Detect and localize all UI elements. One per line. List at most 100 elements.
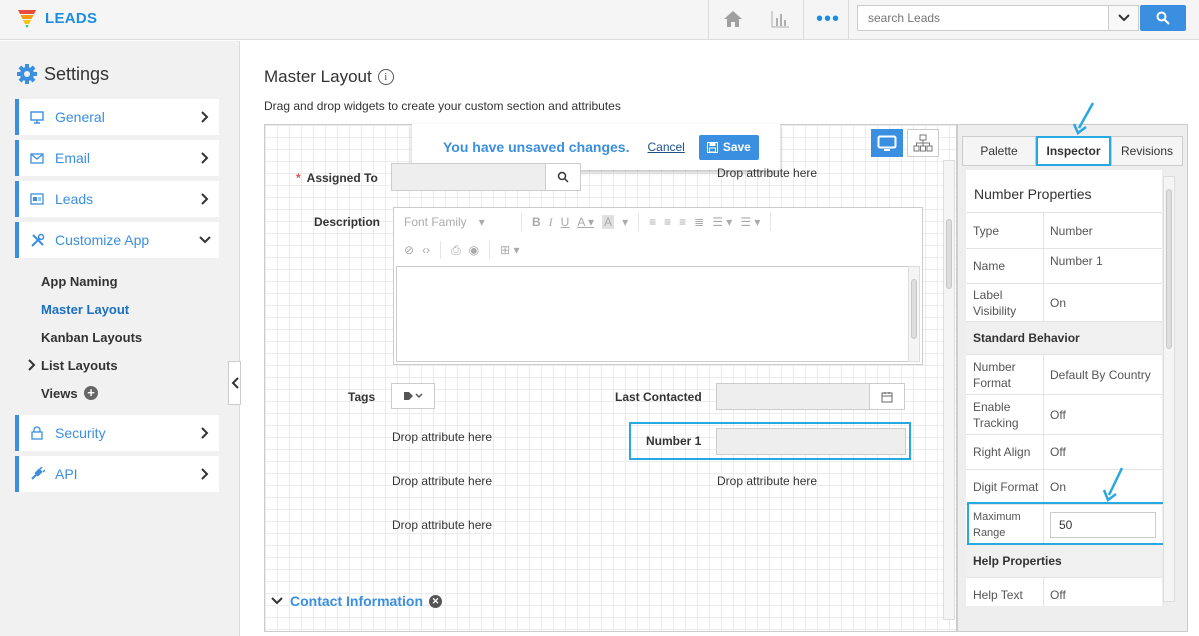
sidebar-item-label: Leads [55,191,94,207]
gear-icon [17,64,37,84]
info-icon[interactable]: i [377,69,394,85]
properties-scroll-thumb[interactable] [1166,189,1172,349]
envelope-icon [28,152,46,164]
remove-section-icon[interactable]: ✕ [429,594,442,608]
property-row: Enable Tracking Off [966,394,1162,434]
editor-scroll-thumb[interactable] [911,279,917,339]
table-group: ⊞ ▾ [490,241,529,259]
add-view-icon[interactable]: + [84,386,98,400]
sidebar-item-general[interactable]: General [15,99,219,135]
search-button[interactable] [1140,5,1186,31]
assigned-to-label: * Assigned To [296,171,378,185]
sidebar-item-security[interactable]: Security [15,415,219,451]
properties-scrollbar[interactable] [1163,176,1175,602]
unsaved-message: You have unsaved changes. [443,139,630,155]
italic-icon[interactable]: I [549,215,553,230]
chart-icon[interactable] [768,8,792,30]
drop-zone[interactable]: Drop attribute here [717,166,817,180]
drop-zone[interactable]: Drop attribute here [717,474,817,488]
font-family-select[interactable]: Font Family ▾ [394,213,522,231]
bullet-list-icon[interactable]: ☰ ▾ [712,215,732,229]
align-right-icon[interactable]: ≡ [679,215,686,229]
align-left-icon[interactable]: ≡ [649,215,656,229]
divider [803,0,804,40]
drop-zone[interactable]: Drop attribute here [392,430,492,444]
sidebar-item-label: Security [55,425,106,441]
sidebar-item-leads[interactable]: Leads [15,181,219,217]
calendar-button[interactable] [869,383,905,410]
font-color-icon[interactable]: A ▾ [577,215,594,229]
divider [848,0,849,40]
sidebar-subitem-views[interactable]: Views [41,386,78,401]
page-title: Master Layout i [264,67,394,87]
sidebar-subitem-list-layouts[interactable]: List Layouts [41,358,118,373]
align-group: ≡ ≡ ≡ ≣ ☰ ▾ ☰ ▾ [639,213,772,231]
drop-zone[interactable]: Drop attribute here [392,474,492,488]
sidebar-item-email[interactable]: Email [15,140,219,176]
property-row: Type Number [966,212,1162,248]
property-row: Help Text Off [966,577,1162,606]
editor-scrollbar[interactable] [908,266,920,362]
print-icon[interactable]: ⎙ [451,243,461,258]
sidebar-item-api[interactable]: API [15,456,219,492]
link-icon[interactable]: ⊘ [404,243,414,257]
tab-inspector[interactable]: Inspector [1036,136,1111,166]
tags-dropdown[interactable] [391,383,435,409]
app-logo[interactable]: LEADS [17,8,97,28]
home-icon[interactable] [721,8,745,30]
last-contacted-field[interactable] [716,383,870,410]
link-group: ⊘ ‹› [394,241,442,259]
more-icon[interactable]: ••• [816,9,840,29]
table-icon[interactable]: ⊞ ▾ [500,243,519,257]
search-box [857,5,1139,31]
assigned-to-field[interactable] [391,163,546,191]
sidebar-subitem-master-layout[interactable]: Master Layout [41,302,129,317]
chevron-right-icon [199,193,211,205]
numbered-list-icon[interactable]: ☰ ▾ [740,215,760,229]
page-title-text: Master Layout [264,67,372,86]
contact-information-section[interactable]: Contact Information ✕ [271,593,442,609]
justify-icon[interactable]: ≣ [694,215,704,229]
search-input[interactable] [858,6,1103,30]
underline-icon[interactable]: U [561,215,570,229]
desktop-view-button[interactable] [871,129,903,157]
save-button[interactable]: Save [698,134,759,160]
maximum-range-highlight [967,502,1166,545]
description-label: Description [314,215,381,229]
sitemap-icon [913,134,933,152]
canvas-scroll-thumb[interactable] [946,219,952,289]
bold-icon[interactable]: B [532,215,541,229]
divider [708,0,709,40]
highlight-color-icon[interactable]: A [602,215,615,229]
description-textarea[interactable] [396,266,920,362]
print-group: ⎙ ◉ [441,241,491,259]
canvas-scrollbar[interactable] [943,160,955,620]
sidebar-item-label: General [55,109,105,125]
chevron-right-icon [199,111,211,123]
number1-field[interactable] [716,428,906,455]
search-icon [557,171,569,183]
assigned-to-search-button[interactable] [545,163,581,191]
app-name: LEADS [45,9,98,27]
cancel-link[interactable]: Cancel [647,140,684,154]
code-icon[interactable]: ‹› [422,243,430,257]
sidebar-subitem-kanban-layouts[interactable]: Kanban Layouts [41,330,142,345]
funnel-icon [18,10,36,28]
sidebar-item-customize-app[interactable]: Customize App [15,222,219,258]
tab-revisions[interactable]: Revisions [1111,136,1183,166]
sidebar-title: Settings [16,63,109,85]
sidebar-subitem-app-naming[interactable]: App Naming [41,274,118,289]
tab-palette[interactable]: Palette [962,136,1036,166]
monitor-icon [28,110,46,124]
align-center-icon[interactable]: ≡ [664,215,671,229]
chevron-down-icon[interactable] [1108,6,1138,30]
drop-zone[interactable]: Drop attribute here [392,518,492,532]
preview-icon[interactable]: ◉ [469,243,479,257]
tools-icon [28,233,46,248]
top-bar: LEADS ••• [0,0,1199,40]
annotation-arrow [1072,102,1095,135]
chevron-right-icon [28,359,36,374]
hierarchy-view-button[interactable] [907,129,939,157]
collapse-sidebar-button[interactable] [228,361,241,405]
chevron-right-icon [199,468,211,480]
